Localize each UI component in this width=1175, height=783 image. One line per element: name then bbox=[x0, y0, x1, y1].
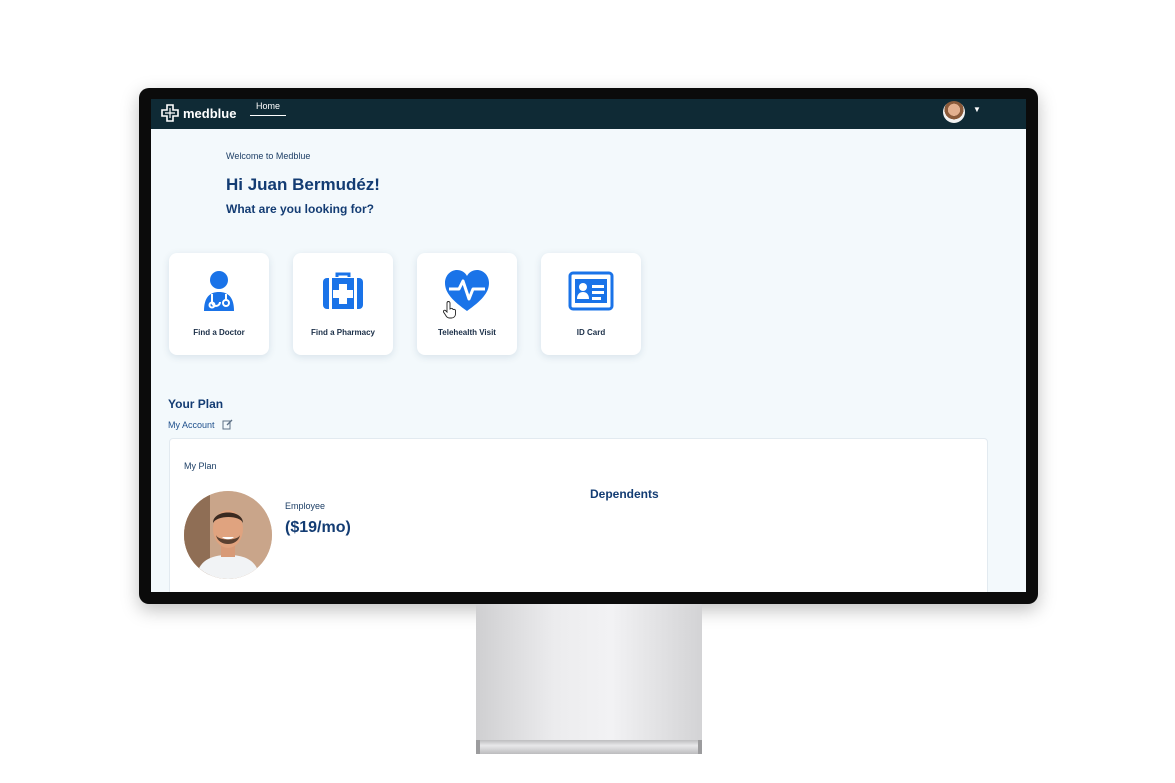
nav-tab-home[interactable]: Home bbox=[250, 101, 287, 116]
welcome-subtitle: Welcome to Medblue bbox=[226, 151, 311, 161]
my-account-label: My Account bbox=[168, 419, 215, 430]
id-card-icon bbox=[568, 271, 614, 311]
logo-text: medblue bbox=[183, 105, 237, 121]
hand-pointer-cursor-icon bbox=[443, 301, 456, 319]
plan-price: ($19/mo) bbox=[285, 519, 351, 536]
my-account-link[interactable]: My Account bbox=[168, 419, 233, 430]
doctor-icon bbox=[204, 271, 234, 311]
my-plan-label: My Plan bbox=[184, 461, 217, 471]
monitor-stand-base bbox=[476, 740, 702, 754]
tile-label: Find a Pharmacy bbox=[310, 328, 376, 337]
tile-find-pharmacy[interactable]: Find a Pharmacy bbox=[293, 253, 393, 355]
greeting-heading: Hi Juan Bermudéz! bbox=[226, 175, 380, 194]
tile-label: ID Card bbox=[576, 328, 606, 337]
tile-id-card[interactable]: ID Card bbox=[541, 253, 641, 355]
brand-logo[interactable]: medblue bbox=[161, 104, 236, 122]
member-portrait-image bbox=[184, 491, 272, 579]
medical-kit-icon bbox=[323, 272, 363, 309]
top-navbar: medblue Home ▼ bbox=[151, 99, 1026, 129]
employee-label: Employee bbox=[285, 501, 326, 511]
monitor-bezel: medblue Home ▼ Welcome to Medblue Hi Jua… bbox=[139, 88, 1038, 604]
user-avatar[interactable] bbox=[943, 101, 965, 123]
monitor-stand bbox=[476, 604, 702, 740]
tile-find-doctor[interactable]: Find a Doctor bbox=[169, 253, 269, 355]
app-screen: medblue Home ▼ Welcome to Medblue Hi Jua… bbox=[151, 99, 1026, 592]
medical-cross-logo-icon bbox=[161, 104, 179, 122]
search-prompt: What are you looking for? bbox=[226, 202, 375, 216]
tile-label: Find a Doctor bbox=[193, 328, 245, 337]
tile-telehealth-visit[interactable]: Telehealth Visit bbox=[417, 253, 517, 355]
plan-card: My Plan Employee ($19/mo) Dependents bbox=[169, 438, 988, 592]
chevron-down-icon[interactable]: ▼ bbox=[973, 105, 981, 114]
edit-icon[interactable] bbox=[222, 419, 233, 430]
member-photo bbox=[184, 491, 272, 579]
tile-label: Telehealth Visit bbox=[438, 328, 496, 337]
dependents-heading: Dependents bbox=[590, 487, 659, 501]
your-plan-heading: Your Plan bbox=[168, 397, 224, 411]
